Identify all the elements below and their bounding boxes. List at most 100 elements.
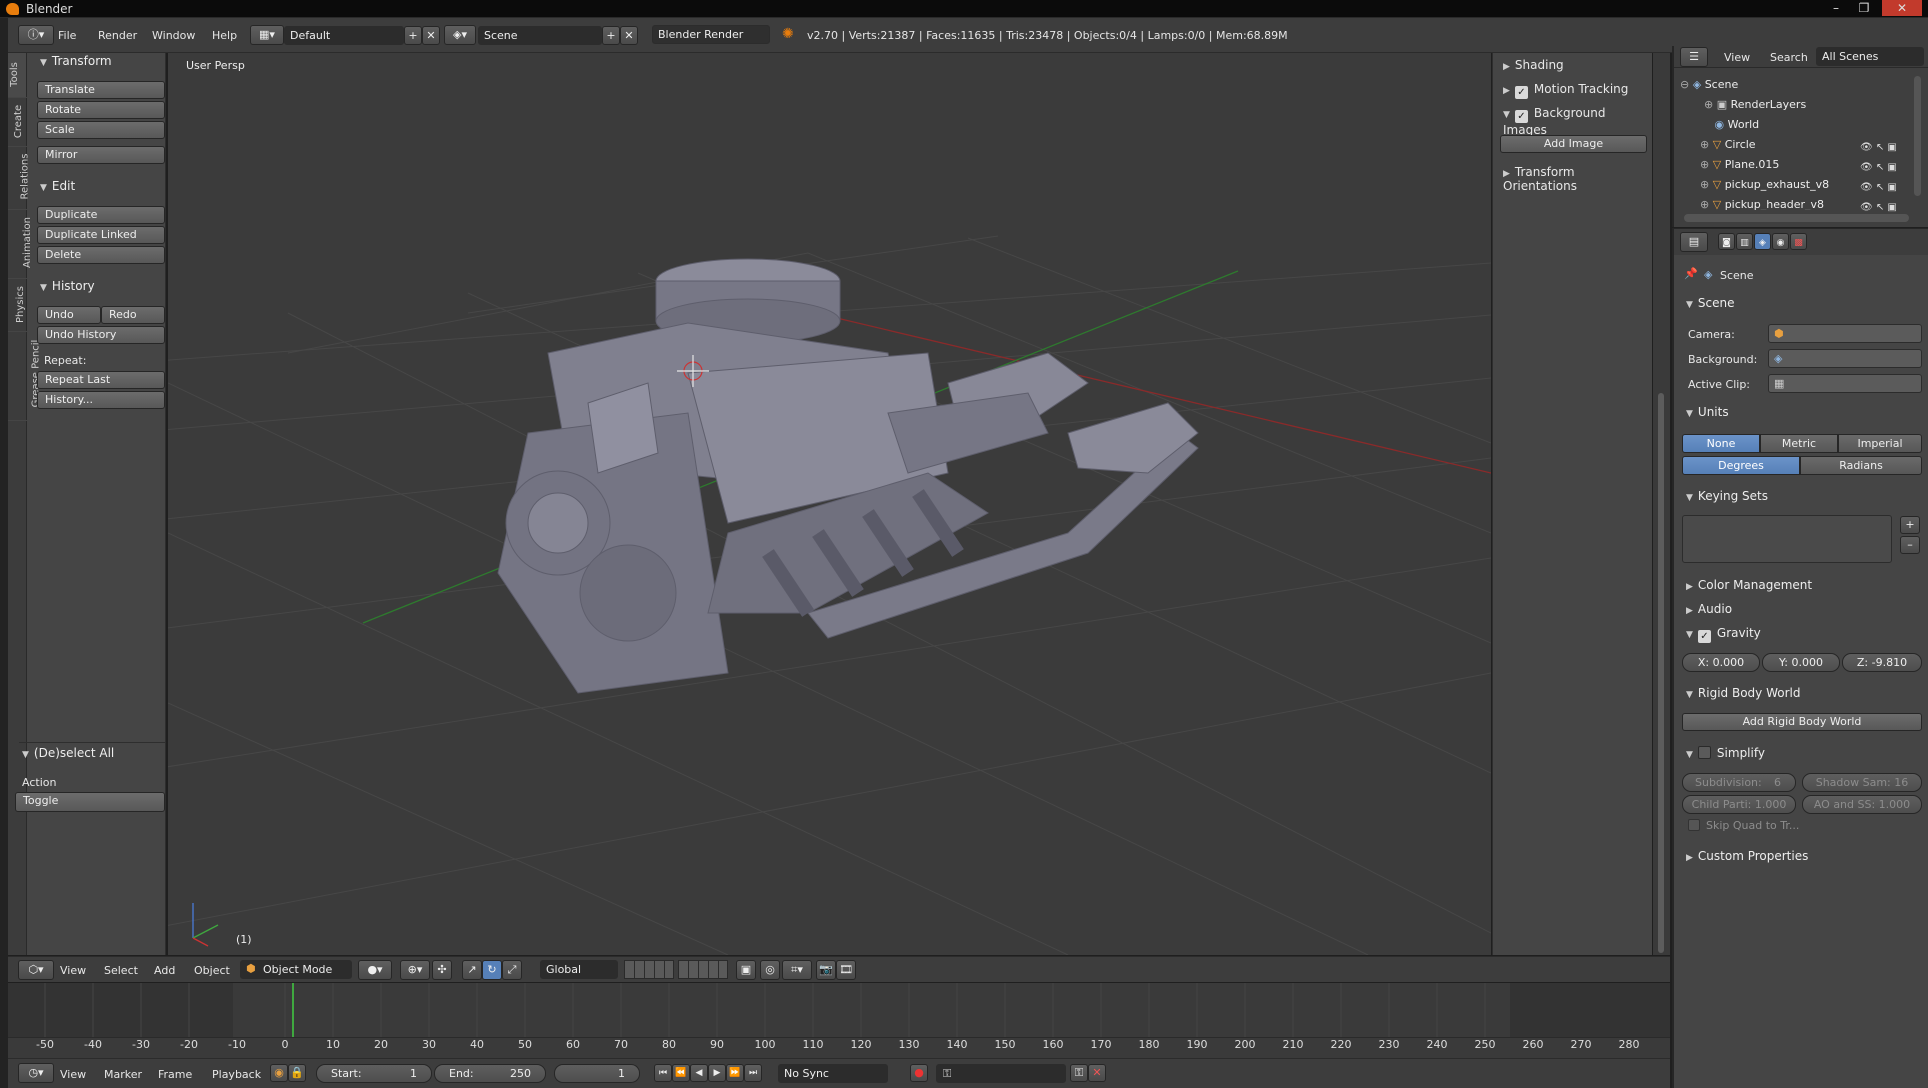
gravity-y-field[interactable]: Y: 0.000: [1762, 653, 1840, 672]
editor-type-info-icon[interactable]: ⓘ▾: [18, 25, 54, 45]
mirror-button[interactable]: Mirror: [37, 146, 165, 164]
properties-editor-icon[interactable]: ▤: [1680, 232, 1708, 252]
repeat-last-button[interactable]: Repeat Last: [37, 371, 165, 389]
outliner-item-renderlayers[interactable]: ⊕ ▣ RenderLayers: [1704, 98, 1928, 114]
camera-field[interactable]: ⬢: [1768, 324, 1922, 343]
scale-manipulator-icon[interactable]: ⤢: [502, 960, 522, 980]
panel-transform[interactable]: ▼ Transform: [40, 54, 112, 68]
panel-history[interactable]: ▼ History: [40, 279, 95, 293]
panel-simplify[interactable]: ▼ Simplify: [1686, 746, 1765, 760]
jump-keyframe-back-icon[interactable]: ⏪: [672, 1064, 690, 1082]
jump-start-icon[interactable]: ⏮: [654, 1064, 672, 1082]
3d-view-editor-icon[interactable]: ⬡▾: [18, 960, 54, 980]
panel-operator-deselect-all[interactable]: ▼ (De)select All: [22, 746, 114, 760]
background-field[interactable]: ◈: [1768, 349, 1922, 368]
menu-help[interactable]: Help: [212, 29, 237, 42]
panel-background-images[interactable]: ▼ ✓ Background Images: [1503, 106, 1652, 137]
outliner-search-menu[interactable]: Search: [1770, 51, 1808, 64]
outliner-item-world[interactable]: ◉ World: [1704, 118, 1928, 134]
layers-grid-a[interactable]: [624, 960, 674, 979]
3d-viewport[interactable]: User Persp (1): [168, 53, 1491, 955]
timeline-playhead[interactable]: [292, 983, 294, 1037]
panel-audio[interactable]: ▶ Audio: [1686, 602, 1732, 616]
scale-button[interactable]: Scale: [37, 121, 165, 139]
panel-motion-tracking[interactable]: ▶ ✓ Motion Tracking: [1503, 82, 1628, 99]
close-button[interactable]: ✕: [1882, 0, 1922, 16]
world-context-icon[interactable]: ◉: [1772, 233, 1789, 250]
timeline-editor-icon[interactable]: ◷▾: [18, 1063, 54, 1083]
delete-button[interactable]: Delete: [37, 246, 165, 264]
interaction-mode-dropdown[interactable]: Object Mode: [240, 960, 352, 979]
start-frame-field[interactable]: Start: 1: [316, 1064, 432, 1083]
play-reverse-icon[interactable]: ◀: [690, 1064, 708, 1082]
add-scene-icon[interactable]: +: [602, 26, 620, 45]
viewport-shading-icon[interactable]: ●▾: [358, 960, 392, 980]
timeline-menu-view[interactable]: View: [60, 1068, 86, 1081]
gravity-z-field[interactable]: Z: -9.810: [1842, 653, 1922, 672]
current-frame-field[interactable]: 1: [554, 1064, 640, 1083]
rotate-button[interactable]: Rotate: [37, 101, 165, 119]
insert-keyframe-icon[interactable]: ⚿: [1070, 1064, 1088, 1082]
menu-add[interactable]: Add: [154, 964, 175, 977]
tab-physics[interactable]: Physics: [8, 279, 27, 331]
layers-context-icon[interactable]: ▥: [1736, 233, 1753, 250]
scene-field[interactable]: Scene: [478, 26, 602, 45]
history-button[interactable]: History...: [37, 391, 165, 409]
layer-lock-icon[interactable]: ▣: [736, 960, 756, 980]
panel-transform-orientations[interactable]: ▶ Transform Orientations: [1503, 165, 1652, 193]
timeline-area[interactable]: -50 -40 -30 -20 -10 0 10 20 30 40 50 60 70 80 90 100 110…: [8, 983, 1670, 1058]
timeline-menu-playback[interactable]: Playback: [212, 1068, 261, 1081]
panel-units[interactable]: ▼ Units: [1686, 405, 1729, 419]
menu-render[interactable]: Render: [98, 29, 137, 42]
remove-screen-icon[interactable]: ✕: [422, 26, 440, 45]
screen-layout-field[interactable]: Default: [284, 26, 404, 45]
translate-button[interactable]: Translate: [37, 81, 165, 99]
degrees-button[interactable]: Degrees: [1682, 456, 1800, 475]
menu-object[interactable]: Object: [194, 964, 230, 977]
timeline-menu-frame[interactable]: Frame: [158, 1068, 192, 1081]
jump-keyframe-forward-icon[interactable]: ⏩: [726, 1064, 744, 1082]
redo-button[interactable]: Redo: [101, 306, 165, 324]
remove-keying-set-icon[interactable]: –: [1900, 536, 1920, 554]
sync-mode-dropdown[interactable]: No Sync: [778, 1064, 888, 1083]
tab-grease-pencil[interactable]: Grease Pencil: [8, 332, 41, 420]
outliner-visibility-icons[interactable]: 👁 ↖ ▣ 👁 ↖ ▣ 👁 ↖ ▣ 👁 ↖ ▣: [1860, 138, 1920, 213]
panel-shading[interactable]: ▶ Shading: [1503, 58, 1564, 72]
tab-create[interactable]: Create: [8, 98, 27, 146]
keying-sets-list[interactable]: [1682, 515, 1892, 563]
active-clip-field[interactable]: ▦: [1768, 374, 1922, 393]
delete-keyframe-icon[interactable]: ✕: [1088, 1064, 1106, 1082]
pin-icon[interactable]: 📌: [1684, 267, 1698, 280]
transform-orientation-dropdown[interactable]: Global: [540, 960, 618, 979]
outliner-editor-icon[interactable]: ☰: [1680, 47, 1708, 67]
duplicate-button[interactable]: Duplicate: [37, 206, 165, 224]
play-icon[interactable]: ▶: [708, 1064, 726, 1082]
panel-keying-sets[interactable]: ▼ Keying Sets: [1686, 489, 1768, 503]
layers-grid-b[interactable]: [678, 960, 728, 979]
keying-set-field[interactable]: ⚿: [936, 1064, 1066, 1083]
render-context-icon[interactable]: ◙: [1718, 233, 1735, 250]
menu-file[interactable]: File: [58, 29, 76, 42]
snap-element-icon[interactable]: ⌗▾: [782, 960, 812, 980]
screen-layout-icon[interactable]: ▦▾: [250, 25, 284, 45]
add-image-button[interactable]: Add Image: [1500, 135, 1647, 153]
panel-scene[interactable]: ▼ Scene: [1686, 296, 1735, 310]
render-engine-dropdown[interactable]: Blender Render: [652, 25, 770, 44]
outliner-hscrollbar[interactable]: [1684, 214, 1909, 222]
panel-color-management[interactable]: ▶ Color Management: [1686, 578, 1812, 592]
manipulator-toggle-icon[interactable]: ✣: [432, 960, 452, 980]
panel-custom-properties[interactable]: ▶ Custom Properties: [1686, 849, 1808, 863]
undo-button[interactable]: Undo: [37, 306, 101, 324]
timeline-menu-marker[interactable]: Marker: [104, 1068, 142, 1081]
duplicate-linked-button[interactable]: Duplicate Linked: [37, 226, 165, 244]
add-screen-icon[interactable]: +: [404, 26, 422, 45]
object-context-icon[interactable]: ▩: [1790, 233, 1807, 250]
panel-rigid-body-world[interactable]: ▼ Rigid Body World: [1686, 686, 1800, 700]
jump-end-icon[interactable]: ⏭: [744, 1064, 762, 1082]
translate-manipulator-icon[interactable]: ↗: [462, 960, 482, 980]
outliner-item-scene[interactable]: ⊖ ◈ Scene: [1680, 78, 1925, 94]
scene-context-icon[interactable]: ◈: [1754, 233, 1771, 250]
outliner-display-dropdown[interactable]: All Scenes: [1816, 47, 1924, 66]
scene-icon[interactable]: ◈▾: [444, 25, 476, 45]
menu-view[interactable]: View: [60, 964, 86, 977]
